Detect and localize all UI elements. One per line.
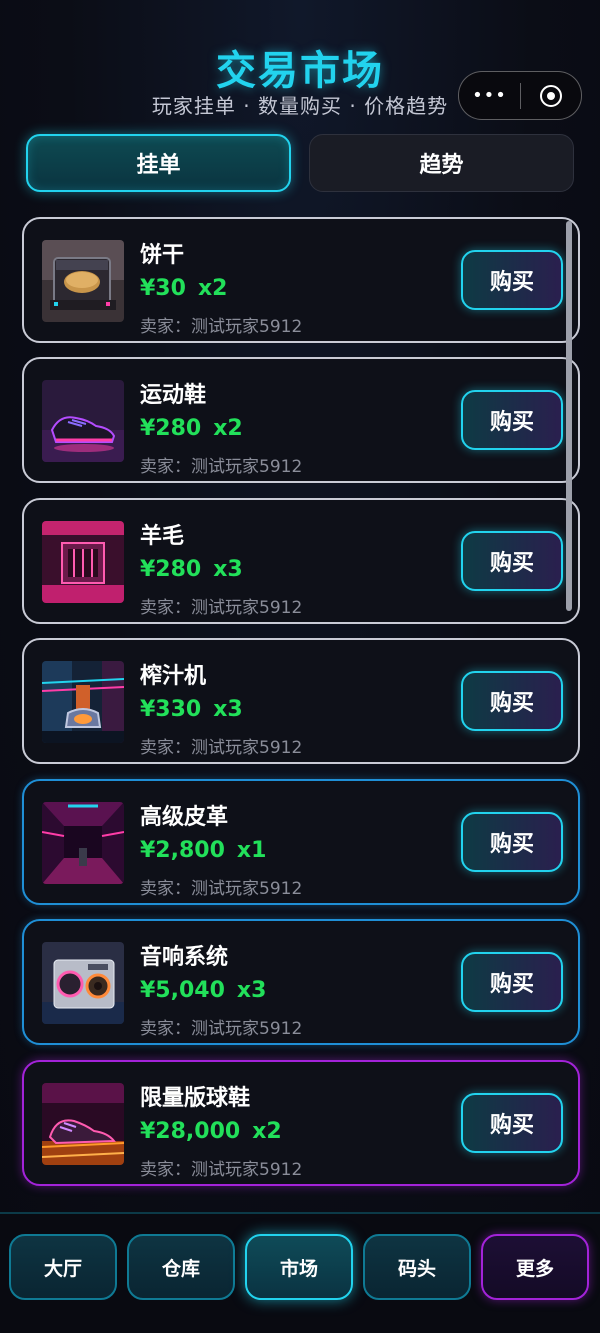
- listing-card: 音响系统 ¥5,040 x3 卖家：测试玩家5912 购买: [22, 919, 580, 1045]
- item-name: 饼干: [140, 243, 185, 268]
- target-circle-icon[interactable]: [521, 72, 581, 119]
- buy-button[interactable]: 购买: [461, 671, 563, 731]
- speaker-image: [42, 942, 124, 1024]
- item-price-line: ¥2,800 x1: [140, 838, 266, 863]
- item-seller: 卖家：测试玩家5912: [140, 598, 303, 618]
- listing-card: 榨汁机 ¥330 x3 卖家：测试玩家5912 购买: [22, 638, 580, 764]
- listing-card: 限量版球鞋 ¥28,000 x2 卖家：测试玩家5912 购买: [22, 1060, 580, 1186]
- item-price-line: ¥280 x2: [140, 416, 243, 441]
- item-price-line: ¥280 x3: [140, 557, 243, 582]
- item-price: ¥30: [140, 276, 186, 301]
- item-name: 高级皮革: [140, 805, 229, 830]
- item-seller: 卖家：测试玩家5912: [140, 1019, 303, 1039]
- item-quantity: x1: [236, 838, 267, 863]
- item-quantity: x2: [252, 1119, 282, 1144]
- item-seller: 卖家：测试玩家5912: [140, 738, 303, 758]
- listing-card: 羊毛 ¥280 x3 卖家：测试玩家5912 购买: [22, 498, 580, 624]
- item-quantity: x2: [197, 276, 228, 301]
- item-price: ¥5,040: [140, 978, 225, 1003]
- item-price-line: ¥30 x2: [140, 276, 227, 301]
- buy-button[interactable]: 购买: [461, 1093, 563, 1153]
- item-price: ¥28,000: [140, 1119, 241, 1144]
- item-price: ¥2,800: [140, 838, 225, 863]
- nav-more[interactable]: 更多: [481, 1234, 589, 1300]
- item-name: 限量版球鞋: [140, 1086, 251, 1111]
- listing-card: 饼干 ¥30 x2 卖家：测试玩家5912 购买: [22, 217, 580, 343]
- buy-button[interactable]: 购买: [461, 812, 563, 872]
- sneaker-image: [42, 380, 124, 462]
- list-scrollbar[interactable]: [566, 221, 572, 611]
- item-quantity: x3: [213, 697, 243, 722]
- market-page: 交易市场 玩家挂单 · 数量购买 · 价格趋势 ••• 挂单 趋势 饼干 ¥30…: [0, 0, 600, 1333]
- buy-button[interactable]: 购买: [461, 250, 563, 310]
- item-price-line: ¥330 x3: [140, 697, 243, 722]
- item-seller: 卖家：测试玩家5912: [140, 457, 303, 477]
- item-quantity: x3: [236, 978, 267, 1003]
- item-price-line: ¥28,000 x2: [140, 1119, 282, 1144]
- item-quantity: x2: [213, 416, 243, 441]
- item-name: 运动鞋: [140, 383, 207, 408]
- nav-market[interactable]: 市场: [245, 1234, 353, 1300]
- miniprogram-capsule: •••: [458, 71, 582, 120]
- listing-card: 高级皮革 ¥2,800 x1 卖家：测试玩家5912 购买: [22, 779, 580, 905]
- item-name: 羊毛: [140, 524, 185, 549]
- buy-button[interactable]: 购买: [461, 952, 563, 1012]
- item-seller: 卖家：测试玩家5912: [140, 317, 303, 337]
- listing-card: 运动鞋 ¥280 x2 卖家：测试玩家5912 购买: [22, 357, 580, 483]
- juicer-image: [42, 661, 124, 743]
- item-name: 音响系统: [140, 945, 229, 970]
- item-name: 榨汁机: [140, 664, 207, 689]
- item-price: ¥330: [140, 697, 202, 722]
- neon-corridor-image: [42, 802, 124, 884]
- tab-listings[interactable]: 挂单: [26, 134, 291, 192]
- limited-sneaker-image: [42, 1083, 124, 1165]
- cookie-box-image: [42, 240, 124, 322]
- tab-trends[interactable]: 趋势: [309, 134, 574, 192]
- buy-button[interactable]: 购买: [461, 390, 563, 450]
- bottom-nav: 大厅 仓库 市场 码头 更多: [0, 1212, 600, 1333]
- nav-dock[interactable]: 码头: [363, 1234, 471, 1300]
- item-seller: 卖家：测试玩家5912: [140, 1160, 303, 1180]
- more-dots-icon[interactable]: •••: [459, 72, 520, 119]
- item-price-line: ¥5,040 x3: [140, 978, 266, 1003]
- nav-warehouse[interactable]: 仓库: [127, 1234, 235, 1300]
- neon-room-image: [42, 521, 124, 603]
- item-quantity: x3: [213, 557, 243, 582]
- item-price: ¥280: [140, 416, 202, 441]
- buy-button[interactable]: 购买: [461, 531, 563, 591]
- nav-lobby[interactable]: 大厅: [9, 1234, 117, 1300]
- item-price: ¥280: [140, 557, 202, 582]
- item-seller: 卖家：测试玩家5912: [140, 879, 303, 899]
